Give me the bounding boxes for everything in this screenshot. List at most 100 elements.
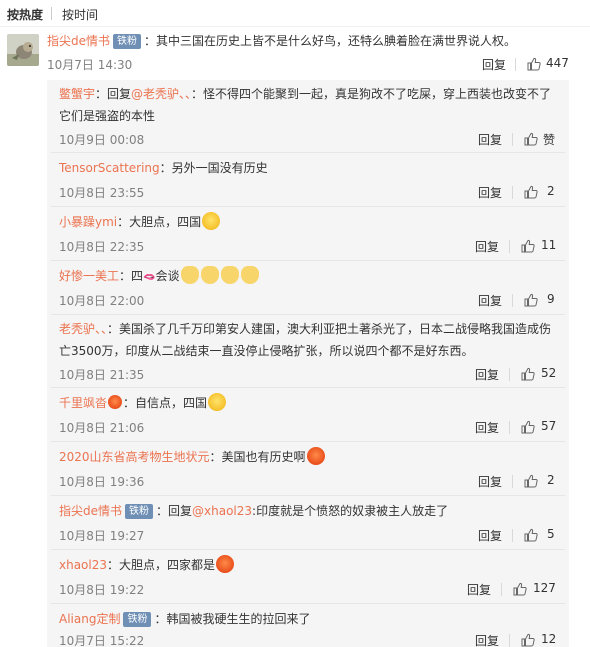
reply-body: ：大胆点，四家都是 — [107, 558, 216, 572]
reply-button[interactable]: 回复 — [475, 419, 499, 436]
list-item: Aliang定制 铁粉 ：韩国被我硬生生的拉回来了 10月7日 15:22 回复 1… — [47, 604, 569, 647]
list-item: 千里飒沓 ：自信点，四国 10月8日 21:06 回复 57 — [47, 388, 569, 441]
like-icon[interactable] — [521, 239, 535, 253]
main-comment: 指尖de情书 铁粉 ：其中三国在历史上皆不是什么好鸟，还特么腆着脸在满世界说人权。 … — [0, 28, 590, 78]
like-icon[interactable] — [521, 420, 535, 434]
like-icon[interactable] — [524, 185, 538, 199]
action-divider — [509, 240, 510, 253]
reply-author[interactable]: 指尖de情书 — [59, 504, 122, 518]
reply-text: 鳖蟹宇：回复@老秃驴、、：怪不得四个能聚到一起，真是狗改不了吃屎，穿上西装也改变… — [59, 83, 559, 127]
main-comment-text: 指尖de情书 铁粉 ：其中三国在历史上皆不是什么好鸟，还特么腆着脸在满世界说人权。 — [47, 32, 577, 50]
like-icon[interactable] — [524, 474, 538, 488]
list-item: TensorScattering：另外一国没有历史 10月8日 23:55 回复… — [47, 153, 569, 206]
like-icon[interactable] — [521, 367, 535, 381]
fan-badge: 铁粉 — [123, 612, 152, 627]
reply-text: 老秃驴、、：美国杀了几千万印第安人建国，澳大利亚把土著杀光了，日本二战侵略我国造… — [59, 318, 559, 362]
reply-time: 10月8日 22:35 — [59, 240, 145, 254]
fan-badge: 铁粉 — [125, 504, 154, 519]
reply-body: ：美国也有历史啊 — [209, 450, 306, 464]
like-count: 11 — [541, 238, 557, 252]
action-divider — [501, 583, 502, 596]
reply-body: ：韩国被我硬生生的拉回来了 — [154, 612, 311, 626]
reply-button[interactable]: 回复 — [478, 292, 502, 309]
fan-badge: 铁粉 — [113, 34, 142, 49]
reply-author[interactable]: 鳖蟹宇 — [59, 87, 95, 101]
list-item: 好惨一美工：四🫦会谈 10月8日 22:00 回复 9 — [47, 261, 569, 314]
action-divider — [512, 294, 513, 307]
list-item: 老秃驴、、：美国杀了几千万印第安人建国，澳大利亚把土著杀光了，日本二战侵略我国造… — [47, 315, 569, 387]
list-item: 指尖de情书 铁粉 ：回复@xhaol23:印度就是个愤怒的奴隶被主人放走了 10月… — [47, 496, 569, 549]
reply-text: xhaol23：大胆点，四家都是 — [59, 554, 559, 576]
reply-author[interactable]: xhaol23 — [59, 558, 107, 572]
reply-text: 2020山东省高考物生地状元：美国也有历史啊 — [59, 446, 559, 468]
cat-emoji-icon — [240, 266, 259, 284]
reply-button[interactable]: 回复 — [475, 238, 499, 255]
smile-emoji-icon — [202, 212, 221, 230]
sort-by-time-tab[interactable]: 按时间 — [62, 6, 98, 23]
reply-prefix: ：回复 — [156, 504, 193, 518]
reply-text: TensorScattering：另外一国没有历史 — [59, 157, 559, 179]
like-count: 5 — [547, 527, 555, 541]
like-count: 9 — [547, 292, 555, 306]
reply-body-continued: 会谈 — [155, 269, 180, 283]
like-icon[interactable] — [527, 57, 541, 71]
action-divider — [512, 133, 513, 146]
reply-button[interactable]: 回复 — [478, 184, 502, 201]
list-item: 小暴躁ymi：大胆点，四国 10月8日 22:35 回复 11 — [47, 207, 569, 260]
action-divider — [512, 186, 513, 199]
reply-author[interactable]: 好惨一美工 — [59, 269, 119, 283]
reply-author[interactable]: TensorScattering — [59, 161, 160, 175]
reply-time: 10月8日 21:35 — [59, 368, 145, 382]
like-icon[interactable] — [524, 132, 538, 146]
avatar-image — [7, 34, 39, 66]
list-item: 鳖蟹宇：回复@老秃驴、、：怪不得四个能聚到一起，真是狗改不了吃屎，穿上西装也改变… — [47, 80, 569, 152]
action-divider — [509, 368, 510, 381]
like-icon[interactable] — [524, 528, 538, 542]
like-count: 127 — [533, 581, 556, 595]
angry-emoji-icon — [306, 447, 325, 465]
reply-text: Aliang定制 铁粉 ：韩国被我硬生生的拉回来了 — [59, 608, 559, 630]
red-face-emoji-icon — [216, 555, 235, 573]
like-count: 12 — [541, 632, 557, 646]
reply-body: ：四 — [119, 269, 144, 283]
like-icon[interactable] — [524, 293, 538, 307]
reply-button[interactable]: 回复 — [475, 366, 499, 383]
list-item: xhaol23：大胆点，四家都是 10月8日 19:22 回复 127 — [47, 550, 569, 603]
glasses-emoji-icon — [208, 393, 227, 411]
action-divider — [509, 634, 510, 647]
reply-author[interactable]: 老秃驴、、 — [59, 322, 107, 336]
mention-link[interactable]: @老秃驴、、 — [131, 87, 191, 101]
reply-body: ：大胆点，四国 — [117, 215, 202, 229]
like-icon[interactable] — [521, 633, 535, 647]
mention-link[interactable]: @xhaol23 — [192, 504, 252, 518]
reply-body: ：自信点，四国 — [123, 396, 208, 410]
reply-author[interactable]: 千里飒沓 — [59, 396, 107, 410]
reply-list: 鳖蟹宇：回复@老秃驴、、：怪不得四个能聚到一起，真是狗改不了吃屎，穿上西装也改变… — [47, 80, 569, 647]
reply-button[interactable]: 回复 — [482, 56, 506, 73]
cat-emoji-icon — [180, 266, 199, 284]
reply-author[interactable]: 小暴躁ymi — [59, 215, 117, 229]
sort-bar-border — [0, 26, 590, 27]
comment-body: ：其中三国在历史上皆不是什么好鸟，还特么腆着脸在满世界说人权。 — [144, 34, 517, 48]
reply-prefix: ：回复 — [95, 87, 132, 101]
like-count: 2 — [547, 473, 555, 487]
reply-button[interactable]: 回复 — [478, 473, 502, 490]
like-icon[interactable] — [513, 582, 527, 596]
reply-body: ：另外一国没有历史 — [159, 161, 268, 175]
action-divider — [512, 529, 513, 542]
reply-button[interactable]: 回复 — [475, 632, 499, 647]
reply-button[interactable]: 回复 — [478, 527, 502, 544]
reply-time: 10月8日 22:00 — [59, 294, 145, 308]
reply-button[interactable]: 回复 — [467, 581, 491, 598]
sort-by-hot-tab[interactable]: 按热度 — [7, 6, 43, 23]
list-item: 2020山东省高考物生地状元：美国也有历史啊 10月8日 19:36 回复 2 — [47, 442, 569, 495]
reply-author[interactable]: 2020山东省高考物生地状元 — [59, 450, 210, 464]
action-divider — [509, 421, 510, 434]
reply-text: 千里飒沓 ：自信点，四国 — [59, 392, 559, 414]
reply-author[interactable]: Aliang定制 — [59, 612, 120, 626]
comment-author[interactable]: 指尖de情书 — [47, 34, 110, 48]
like-count: 447 — [546, 56, 569, 70]
reply-time: 10月8日 19:27 — [59, 529, 145, 543]
avatar[interactable] — [7, 34, 39, 66]
reply-button[interactable]: 回复 — [478, 131, 502, 148]
